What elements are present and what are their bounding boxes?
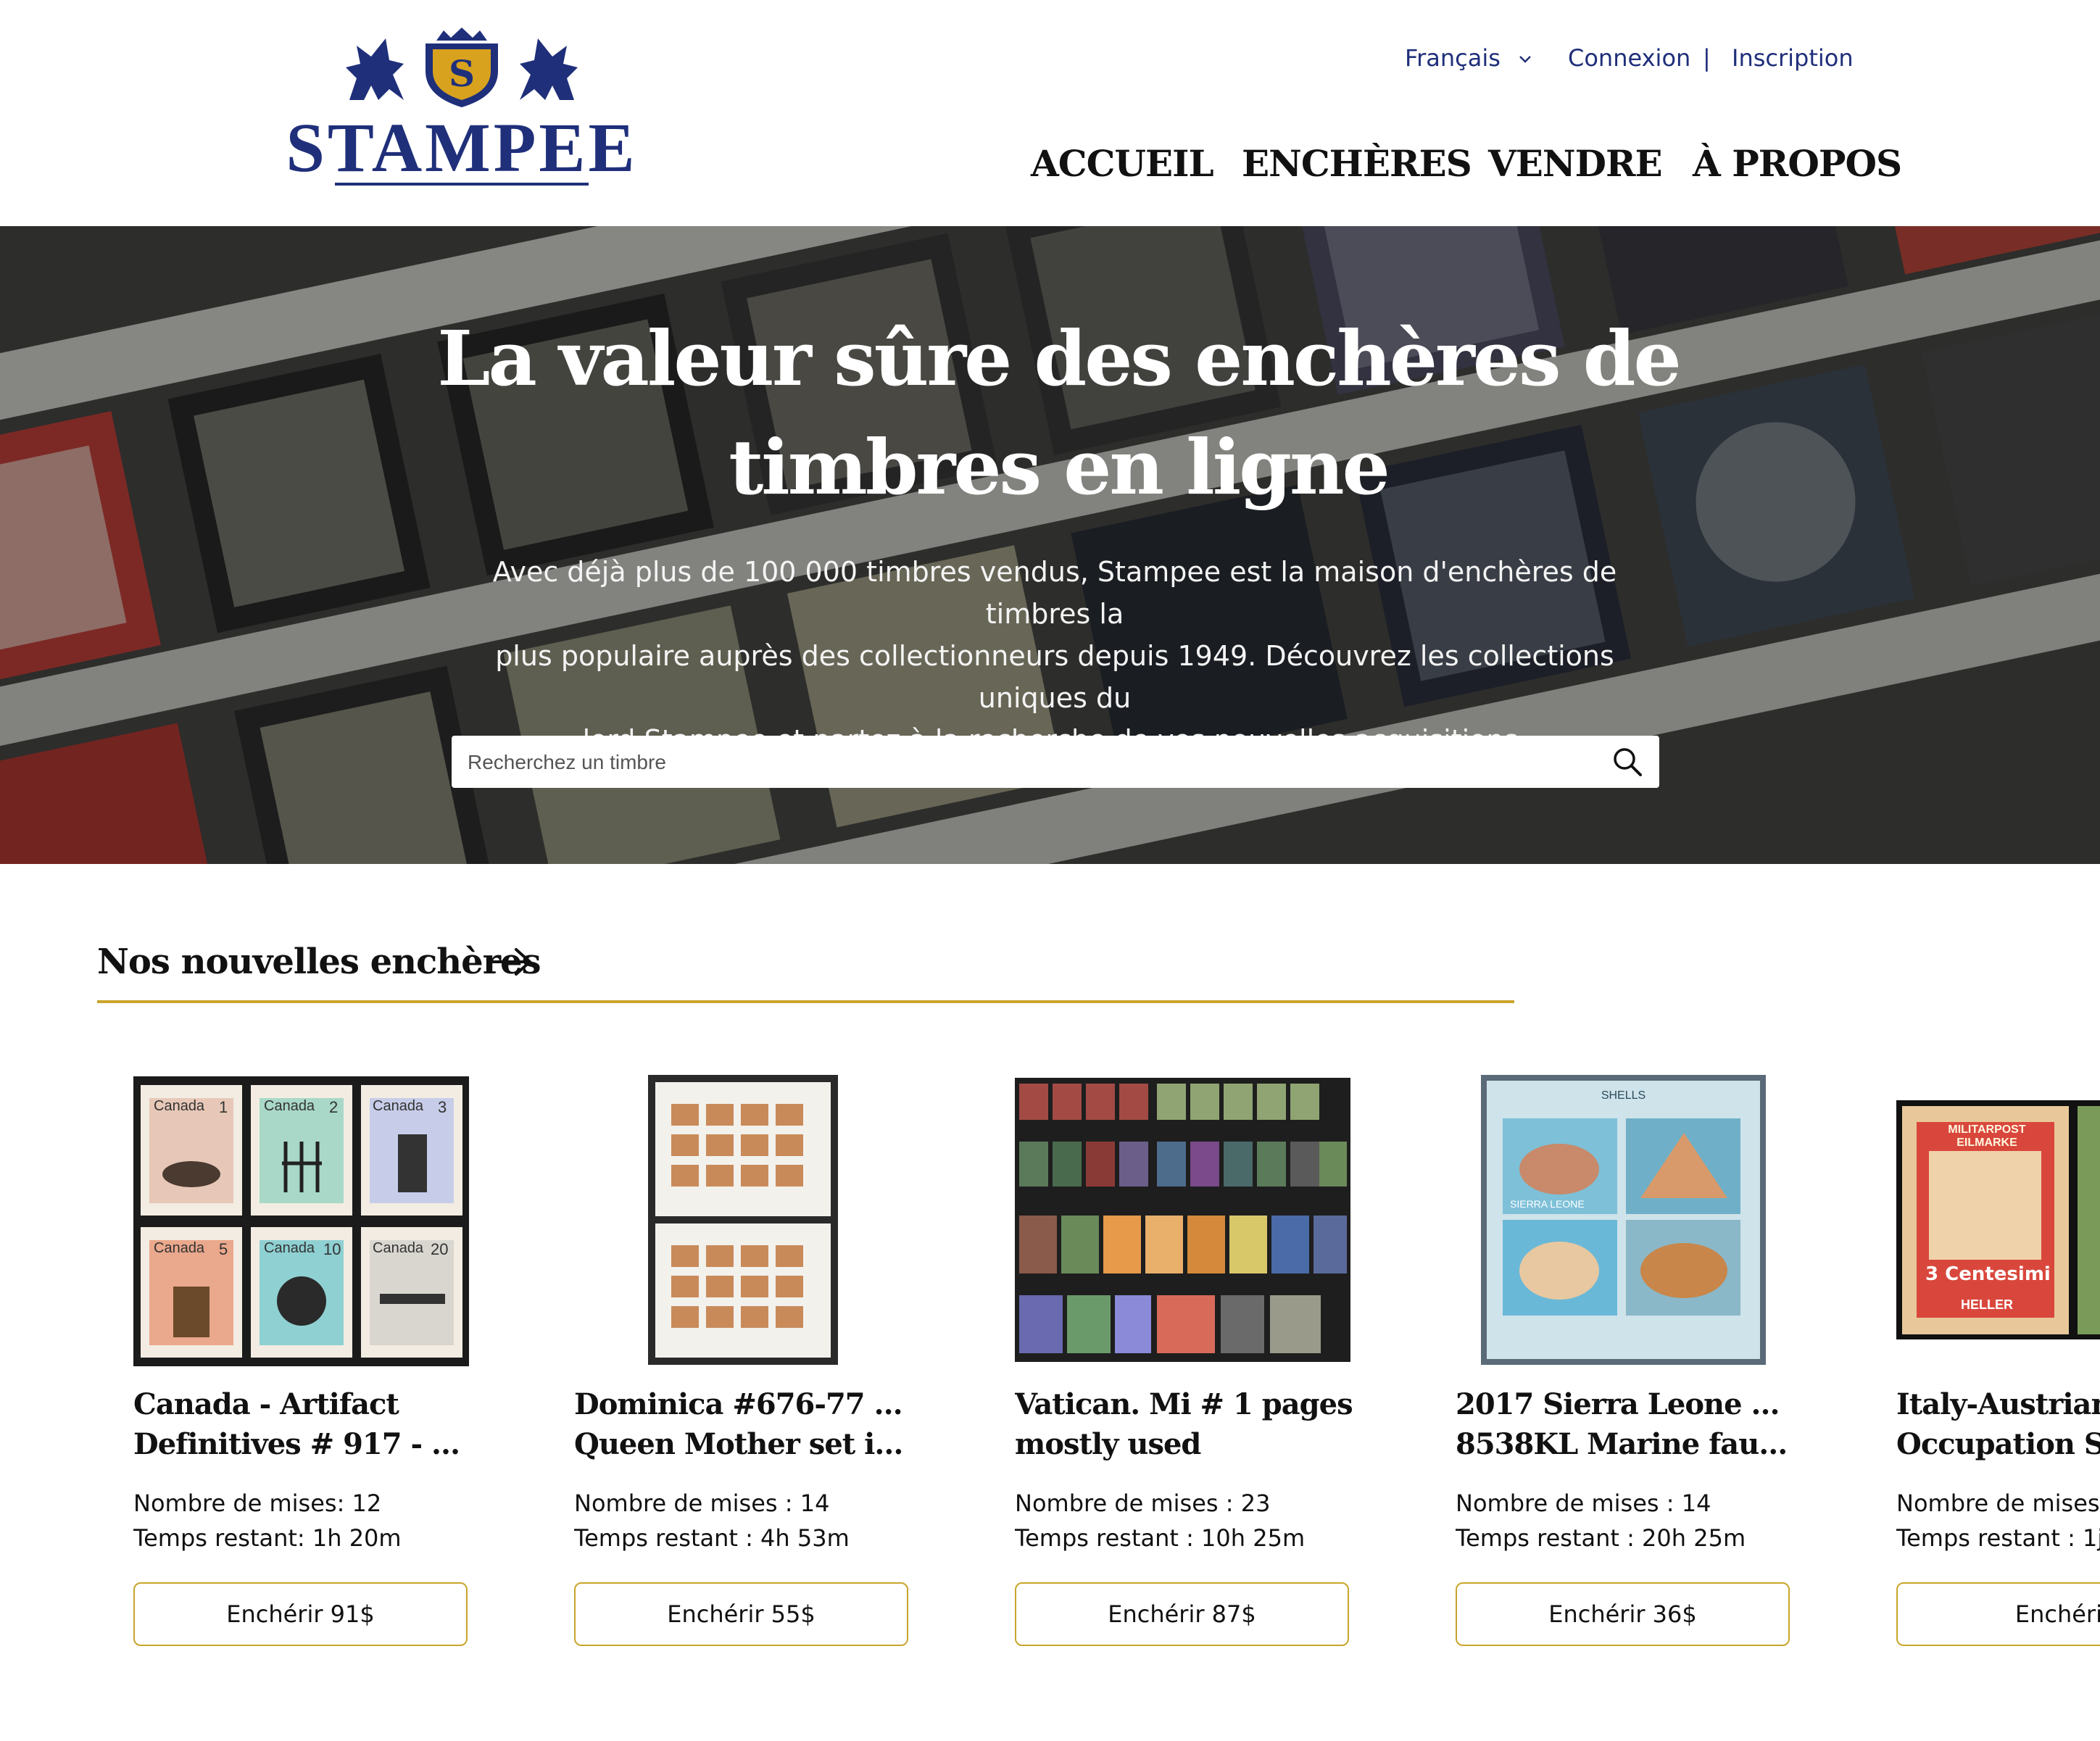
- stamp-country-label: Canada: [154, 1240, 205, 1256]
- stamp-country-label: Canada: [264, 1240, 315, 1256]
- auction-bid-count: Nombre de mises : 14: [574, 1489, 830, 1517]
- search-bar: [452, 736, 1659, 789]
- auction-title[interactable]: Italy-Austrian Occupation Sco: [1896, 1384, 2100, 1464]
- bid-button[interactable]: Enchérir 87$: [1015, 1582, 1349, 1646]
- logo-underline: [335, 183, 589, 186]
- auction-title[interactable]: Vatican. Mi # 1 pages mostly used: [1015, 1384, 1356, 1464]
- auction-title-line-2: Definitives # 917 - 922...: [133, 1427, 474, 1461]
- auction-bid-count: Nombre de mises : 14: [1456, 1489, 1711, 1517]
- stamp-top-label: MILITARPOST EILMARKE: [1948, 1123, 2026, 1149]
- site-header: S STAMPEE Français Connexion | Inscripti…: [0, 0, 2100, 226]
- auction-card: MILITARPOST EILMARKE 3 Centesimi HELLER …: [1896, 1073, 2100, 1653]
- stamp-value-label: 5: [219, 1240, 228, 1258]
- nav-vendre[interactable]: VENDRE: [1488, 142, 1663, 186]
- stamp-value-label: 2: [329, 1098, 339, 1116]
- nav-a-propos[interactable]: À PROPOS: [1693, 142, 1902, 186]
- stamp-bottom-label: HELLER: [1961, 1297, 2013, 1312]
- sheet-header-label: SHELLS: [1601, 1089, 1646, 1102]
- auction-image-sierra-leone[interactable]: SHELLS SIERRA LEONE: [1481, 1075, 1766, 1365]
- auction-bid-count: Nombre de mises : 23: [1015, 1489, 1271, 1517]
- hero-subtitle: Avec déjà plus de 100 000 timbres vendus…: [442, 551, 1667, 761]
- auction-card: Canada 1 Canada 2 Canada 3 Canada 5 Cana…: [133, 1073, 474, 1653]
- hero-title-line-1: La valeur sûre des enchères de: [437, 314, 1681, 403]
- auction-time-left: Temps restant: 1h 20m: [133, 1524, 402, 1552]
- stamp-sheet-image: [655, 1082, 831, 1358]
- auction-title-line-1: Canada - Artifact: [133, 1387, 399, 1421]
- logo-shield-letter: S: [448, 52, 476, 95]
- auction-title-line-2: mostly used: [1015, 1427, 1201, 1461]
- auction-card: SHELLS SIERRA LEONE 2017 Sierra Leone 85…: [1456, 1073, 1796, 1653]
- nav-encheres[interactable]: ENCHÈRES: [1242, 142, 1472, 186]
- auction-time-left: Temps restant : 10h 25m: [1015, 1524, 1306, 1552]
- header-separator: |: [1703, 44, 1711, 72]
- stamp-value-label: 1: [219, 1098, 228, 1116]
- auction-title-line-2: Queen Mother set in...: [574, 1427, 915, 1461]
- auction-image-vatican[interactable]: [1015, 1078, 1350, 1362]
- language-label: Français: [1405, 44, 1501, 72]
- auction-title[interactable]: Dominica #676-77 (1980 Queen Mother set …: [574, 1384, 915, 1464]
- bid-button[interactable]: Enchérir 91$: [133, 1582, 468, 1646]
- auction-title-line-1: Italy-Austrian: [1896, 1387, 2100, 1421]
- hero-banner: La valeur sûre des enchères de timbres e…: [0, 226, 2100, 864]
- hero-title: La valeur sûre des enchères de timbres e…: [406, 304, 1711, 522]
- auction-title-line-1: Dominica #676-77 (1980: [574, 1387, 915, 1421]
- stamp-value-label: 3 Centesimi: [1925, 1263, 2051, 1285]
- auction-title[interactable]: 2017 Sierra Leone 8535- 8538KL Marine fa…: [1456, 1384, 1796, 1464]
- search-input[interactable]: [466, 736, 1600, 789]
- bid-button[interactable]: Enchérir 36$: [1456, 1582, 1790, 1646]
- section-divider: [97, 1000, 1514, 1003]
- auction-title-line-2: 8538KL Marine fauna -...: [1456, 1427, 1796, 1461]
- hero-subtitle-line-1: Avec déjà plus de 100 000 timbres vendus…: [492, 556, 1617, 630]
- hero-subtitle-line-2: plus populaire auprès des collectionneur…: [495, 640, 1614, 714]
- stamp-sheet-image: [1487, 1081, 1760, 1359]
- arrow-right-icon[interactable]: [489, 944, 534, 980]
- auction-image-canada[interactable]: Canada 1 Canada 2 Canada 3 Canada 5 Cana…: [133, 1076, 469, 1366]
- bid-button[interactable]: Enchérir 55$: [574, 1582, 908, 1646]
- search-icon[interactable]: [1611, 746, 1643, 778]
- auction-card: Vatican. Mi # 1 pages mostly used Nombre…: [1015, 1073, 1353, 1653]
- auction-bid-count: Nombre de mises :: [1896, 1489, 2100, 1517]
- stamp-caption: SIERRA LEONE: [1510, 1198, 1585, 1210]
- hero-title-line-2: timbres en ligne: [729, 423, 1390, 512]
- stamp-country-label: Canada: [373, 1240, 424, 1256]
- auction-bid-count: Nombre de mises: 12: [133, 1489, 382, 1517]
- signup-link[interactable]: Inscription: [1732, 43, 1854, 72]
- auction-time-left: Temps restant : 4h 53m: [574, 1524, 850, 1552]
- login-link[interactable]: Connexion: [1568, 43, 1690, 72]
- auction-title[interactable]: Canada - Artifact Definitives # 917 - 92…: [133, 1384, 474, 1464]
- bid-button[interactable]: Enchérir: [1896, 1582, 2100, 1646]
- section-title-new-auctions[interactable]: Nos nouvelles enchères: [97, 936, 541, 987]
- stamp-value-label: 3: [438, 1098, 447, 1116]
- stamp-sheet-image: [1019, 1084, 1347, 1353]
- stampee-logo[interactable]: S STAMPEE: [255, 28, 668, 188]
- auction-title-line-1: Vatican. Mi # 1 pages: [1015, 1387, 1353, 1421]
- logo-wordmark: STAMPEE: [286, 109, 638, 186]
- auction-image-italy-austrian[interactable]: MILITARPOST EILMARKE 3 Centesimi HELLER: [1896, 1100, 2100, 1339]
- auction-title-line-1: 2017 Sierra Leone 8535-: [1456, 1387, 1796, 1421]
- auction-time-left: Temps restant : 20h 25m: [1456, 1524, 1746, 1552]
- auction-image-dominica[interactable]: [648, 1075, 838, 1365]
- chevron-down-icon: [1519, 56, 1531, 63]
- stamp-sheet-image: [141, 1085, 462, 1358]
- stamp-country-label: Canada: [264, 1098, 315, 1114]
- auction-title-line-2: Occupation Sco: [1896, 1427, 2100, 1461]
- stamp-country-label: Canada: [373, 1098, 424, 1114]
- auction-time-left: Temps restant : 1j: [1896, 1524, 2100, 1552]
- auction-card: Dominica #676-77 (1980 Queen Mother set …: [574, 1073, 915, 1653]
- language-selector[interactable]: Français: [1405, 43, 1532, 72]
- stamp-country-label: Canada: [154, 1098, 205, 1114]
- stamp-value-label: 20: [431, 1240, 449, 1258]
- nav-accueil[interactable]: ACCUEIL: [1031, 142, 1214, 186]
- stamp-value-label: 10: [323, 1240, 341, 1258]
